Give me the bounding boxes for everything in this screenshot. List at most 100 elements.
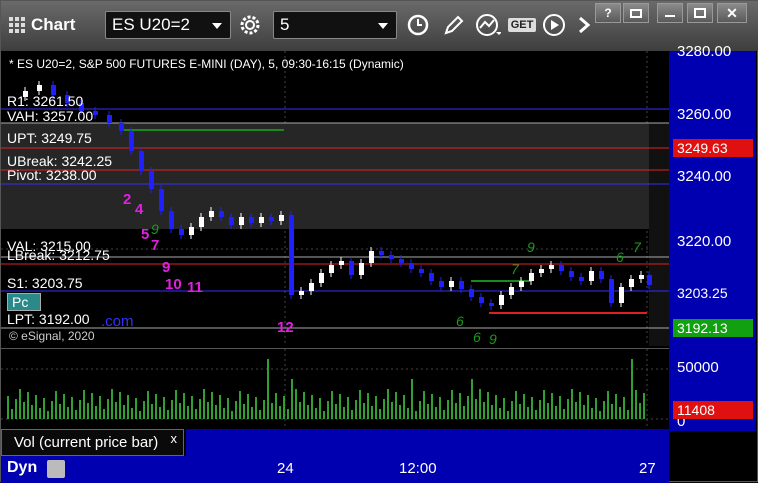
volume-bar — [131, 408, 133, 419]
volume-bar — [267, 359, 269, 419]
price-plot-canvas — [1, 51, 669, 346]
volume-bar — [71, 397, 73, 419]
minimize-icon — [665, 15, 675, 17]
candle-body — [419, 269, 424, 273]
volume-tag: 11408 — [673, 401, 753, 419]
volume-bar — [15, 399, 17, 419]
volume-bar — [279, 406, 281, 419]
volume-bar — [35, 395, 37, 419]
volume-bar — [151, 404, 153, 419]
lpt-price-tag: 3192.13 — [673, 319, 753, 337]
last-price-tag: 3203.25 — [673, 284, 753, 302]
minimize-button[interactable] — [657, 3, 683, 23]
price-plot[interactable]: * ES U20=2, S&P 500 FUTURES E-MINI (DAY)… — [1, 51, 669, 347]
count-label: 7 — [151, 237, 160, 254]
restore-link-button[interactable] — [623, 3, 649, 23]
candle-body — [129, 131, 134, 151]
chevron-down-icon[interactable] — [212, 23, 222, 29]
clock-icon — [407, 14, 429, 36]
link-icon[interactable] — [47, 460, 65, 478]
volume-bar — [591, 408, 593, 419]
candle-body — [569, 271, 574, 277]
volume-bar — [87, 403, 89, 419]
candle-body — [459, 281, 464, 289]
candle-body — [479, 297, 484, 303]
volume-bar — [611, 404, 613, 419]
maximize-button[interactable] — [687, 3, 713, 23]
candle-body — [239, 217, 244, 225]
count-label: 2 — [123, 191, 132, 208]
pc-domain[interactable]: .com — [101, 313, 134, 330]
chevron-right-icon — [579, 16, 591, 34]
chart-header: * ES U20=2, S&P 500 FUTURES E-MINI (DAY)… — [9, 57, 404, 71]
volume-bar — [47, 411, 49, 419]
symbol-input[interactable]: ES U20=2 — [105, 11, 231, 39]
volume-bar — [171, 400, 173, 419]
volume-bar — [487, 392, 489, 419]
volume-bar — [107, 399, 109, 419]
candle-body — [279, 215, 284, 221]
volume-bar — [179, 403, 181, 419]
volume-bar — [435, 407, 437, 419]
close-icon[interactable]: x — [171, 426, 178, 451]
line-chart-icon — [476, 14, 501, 36]
pc-badge[interactable]: Pc — [7, 293, 41, 311]
volume-bar — [23, 402, 25, 419]
candle-body — [159, 189, 164, 211]
time-axis[interactable]: 24 12:00 27 — [186, 456, 669, 483]
level-label-lpt: LPT: 3192.00 — [7, 311, 90, 327]
interval-input[interactable]: 5 — [273, 11, 397, 39]
volume-bar — [167, 410, 169, 419]
price-tick: 3220.00 — [677, 233, 732, 250]
price-tick: 3240.00 — [677, 168, 732, 185]
close-button[interactable]: ✕ — [717, 3, 747, 23]
volume-bar — [239, 391, 241, 419]
volume-bar — [539, 400, 541, 419]
count-label-green: 9 — [527, 239, 535, 255]
candle-body — [93, 111, 98, 115]
volume-bar — [563, 409, 565, 419]
volume-bar — [447, 400, 449, 419]
play-button[interactable] — [539, 11, 569, 39]
settings-button[interactable] — [235, 11, 265, 39]
dyn-label[interactable]: Dyn — [7, 459, 37, 477]
volume-bar — [479, 389, 481, 419]
window-title: Chart — [31, 15, 76, 34]
volume-bar — [307, 405, 309, 419]
price-axis[interactable]: 3280.00 3260.00 3240.00 3220.00 50000 0 — [669, 43, 756, 431]
volume-bar — [203, 389, 205, 419]
volume-bar — [559, 396, 561, 419]
volume-bar — [223, 408, 225, 419]
volume-bar — [39, 408, 41, 419]
candle-body — [449, 281, 454, 287]
volume-bar — [503, 398, 505, 419]
value-area-zone — [1, 123, 669, 229]
candle-body — [629, 279, 634, 287]
time-button[interactable] — [403, 11, 433, 39]
volume-bar — [287, 409, 289, 419]
volume-bar — [443, 410, 445, 419]
help-button[interactable]: ? — [595, 3, 621, 23]
volume-bar — [271, 403, 273, 419]
volume-bar — [355, 400, 357, 419]
time-tick: 27 — [639, 460, 656, 477]
candle-body — [409, 263, 414, 269]
get-label: GET — [507, 18, 537, 32]
candle-body — [269, 217, 274, 221]
volume-bar — [259, 410, 261, 419]
draw-button[interactable] — [439, 11, 469, 39]
volume-plot[interactable] — [1, 348, 669, 429]
volume-bar — [515, 391, 517, 419]
candle-body — [559, 265, 564, 271]
chevron-down-icon[interactable] — [378, 23, 388, 29]
volume-tick: 50000 — [677, 359, 719, 376]
volume-bar — [351, 410, 353, 419]
volume-bar — [143, 401, 145, 419]
candle-body — [389, 255, 394, 259]
candle-body — [647, 275, 652, 285]
volume-bar — [383, 399, 385, 419]
get-button[interactable]: GET — [506, 11, 538, 39]
volume-study-label[interactable]: Vol (current price bar) x — [1, 429, 184, 456]
candle-body — [289, 215, 294, 295]
studies-button[interactable] — [473, 11, 503, 39]
